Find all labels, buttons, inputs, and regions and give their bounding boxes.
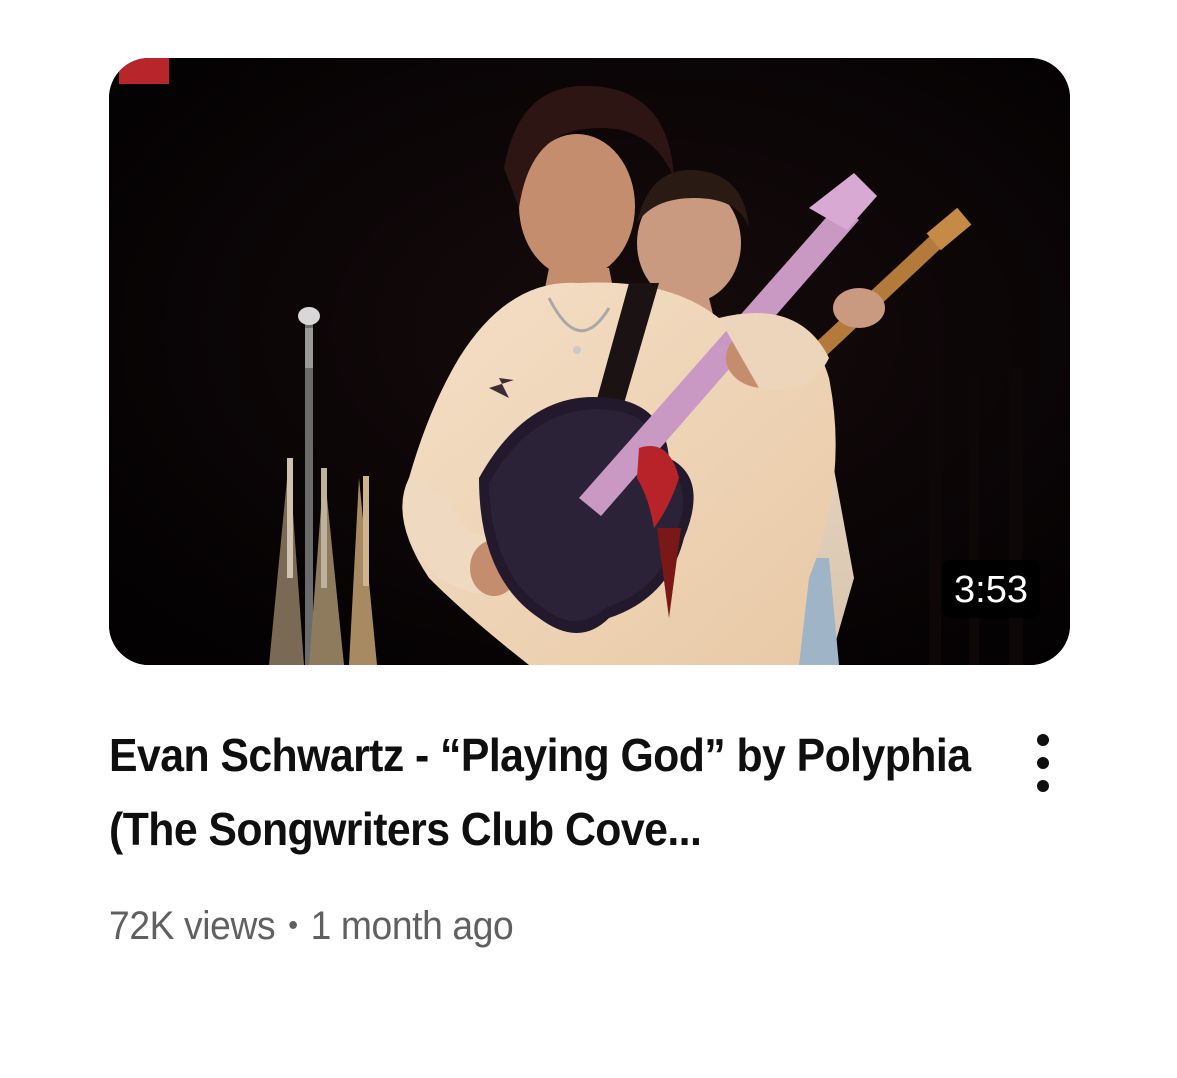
video-meta: Evan Schwartz - “Playing God” by Polyphi…: [109, 718, 989, 866]
video-stats: 72K views • 1 month ago: [109, 900, 514, 952]
video-thumbnail[interactable]: 3:53: [109, 58, 1070, 665]
menu-dot: [1037, 780, 1049, 792]
video-card: 3:53 Evan Schwartz - “Playing God” by Po…: [0, 0, 1177, 1078]
thumbnail-image: [109, 58, 1070, 665]
separator-dot: •: [288, 909, 298, 942]
video-title[interactable]: Evan Schwartz - “Playing God” by Polyphi…: [109, 718, 993, 866]
more-vert-icon[interactable]: [1015, 728, 1071, 798]
upload-age: 1 month ago: [310, 904, 514, 948]
view-count: 72K views: [109, 904, 276, 948]
duration-badge: 3:53: [942, 560, 1040, 618]
menu-dot: [1037, 757, 1049, 769]
menu-dot: [1037, 734, 1049, 746]
